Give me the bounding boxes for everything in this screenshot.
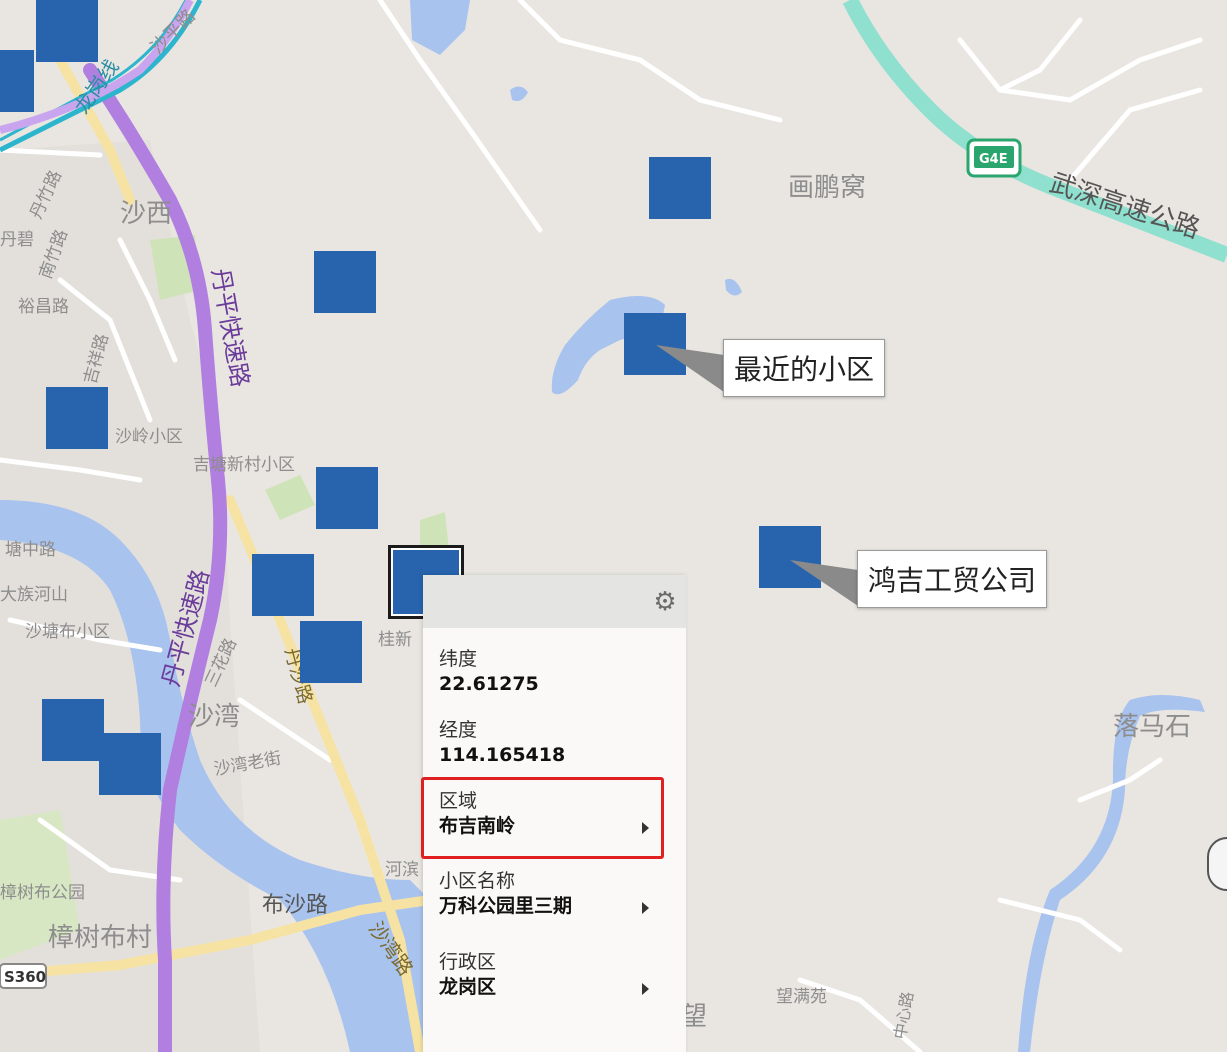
- callout-company: 鸿吉工贸公司: [857, 550, 1048, 608]
- map-zoom-control[interactable]: [1207, 837, 1227, 891]
- field-latitude: 纬度 22.61275: [439, 647, 659, 697]
- field-community-name[interactable]: 小区名称 万科公园里三期: [439, 869, 659, 919]
- field-district[interactable]: 行政区 龙岗区: [439, 950, 659, 1000]
- map-label-shaling: 沙岭小区: [115, 427, 183, 447]
- field-label: 经度: [439, 719, 478, 741]
- map-label-g4e: G4E: [979, 152, 1008, 167]
- map-label-shatangbu: 沙塘布小区: [25, 622, 110, 642]
- map-label-jitang: 吉塘新村小区: [193, 455, 295, 475]
- map-marker[interactable]: [36, 0, 98, 62]
- map-label-zhangshubu-village: 樟树布村: [48, 923, 152, 953]
- map-label-shawan: 沙湾: [188, 702, 240, 732]
- map-label-dazuhe: 大族河山: [0, 585, 68, 605]
- map-label-tangzhong-road: 塘中路: [5, 540, 56, 560]
- field-label: 纬度: [439, 648, 478, 670]
- field-value: 龙岗区: [439, 976, 497, 998]
- field-label: 行政区: [439, 951, 497, 973]
- map-marker[interactable]: [300, 621, 362, 683]
- map-label-huapengwo: 画鹏窝: [788, 173, 866, 203]
- field-value: 万科公园里三期: [439, 895, 573, 917]
- info-panel-header: ⚙: [423, 575, 686, 628]
- map-marker[interactable]: [649, 157, 711, 219]
- map-marker[interactable]: [316, 467, 378, 529]
- map-label-s360: S360: [4, 968, 46, 986]
- field-value: 114.165418: [439, 744, 566, 766]
- map-label-zhangshubu-park: 樟树布公园: [0, 883, 85, 903]
- map-marker[interactable]: [42, 699, 104, 761]
- callout-nearest-community: 最近的小区: [723, 339, 886, 397]
- map-label-guixin: 桂新: [378, 630, 412, 650]
- map-label-shaxi: 沙西: [120, 199, 172, 229]
- map-label-hebin: 河滨: [385, 860, 419, 880]
- region-highlight-box: [421, 777, 664, 859]
- field-label: 小区名称: [439, 870, 516, 892]
- map-marker-company[interactable]: [759, 526, 821, 588]
- field-value: 22.61275: [439, 673, 539, 695]
- map-marker[interactable]: [46, 387, 108, 449]
- map-label-busha-road: 布沙路: [262, 893, 328, 918]
- map-label-wangmanyuan: 望满苑: [776, 987, 827, 1007]
- map-marker[interactable]: [252, 554, 314, 616]
- gear-icon[interactable]: ⚙: [652, 589, 678, 615]
- map-marker[interactable]: [0, 50, 34, 112]
- chevron-right-icon[interactable]: [642, 983, 649, 995]
- map-label-yuzhou-road: 裕昌路: [18, 297, 69, 317]
- map-marker[interactable]: [314, 251, 376, 313]
- chevron-right-icon[interactable]: [642, 902, 649, 914]
- field-longitude: 经度 114.165418: [439, 718, 659, 768]
- map-label-danzhu-short: 丹碧: [0, 230, 34, 250]
- map-label-luomashi: 落马石: [1113, 712, 1191, 742]
- map-marker[interactable]: [99, 733, 161, 795]
- map-marker-nearest[interactable]: [624, 313, 686, 375]
